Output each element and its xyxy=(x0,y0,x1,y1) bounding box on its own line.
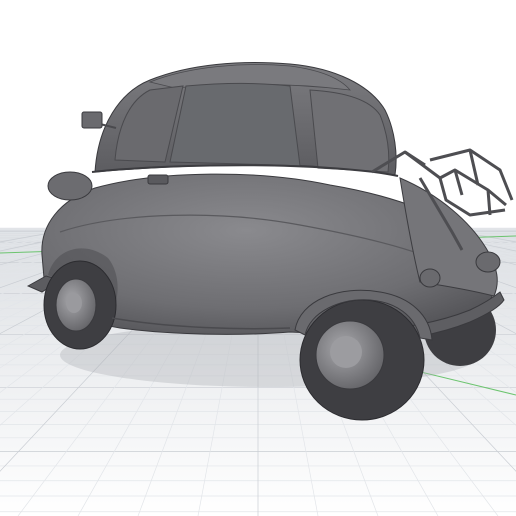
viewport-canvas[interactable] xyxy=(0,0,516,516)
rear-left-wheel xyxy=(43,260,117,350)
headlight-right xyxy=(475,251,501,273)
car-model[interactable] xyxy=(26,62,514,421)
3d-viewport[interactable] xyxy=(0,0,516,516)
headlight-left xyxy=(419,268,441,288)
tail-light xyxy=(47,171,93,201)
front-left-wheel xyxy=(299,299,425,421)
side-window-front xyxy=(169,82,301,167)
door-handle xyxy=(147,174,169,185)
